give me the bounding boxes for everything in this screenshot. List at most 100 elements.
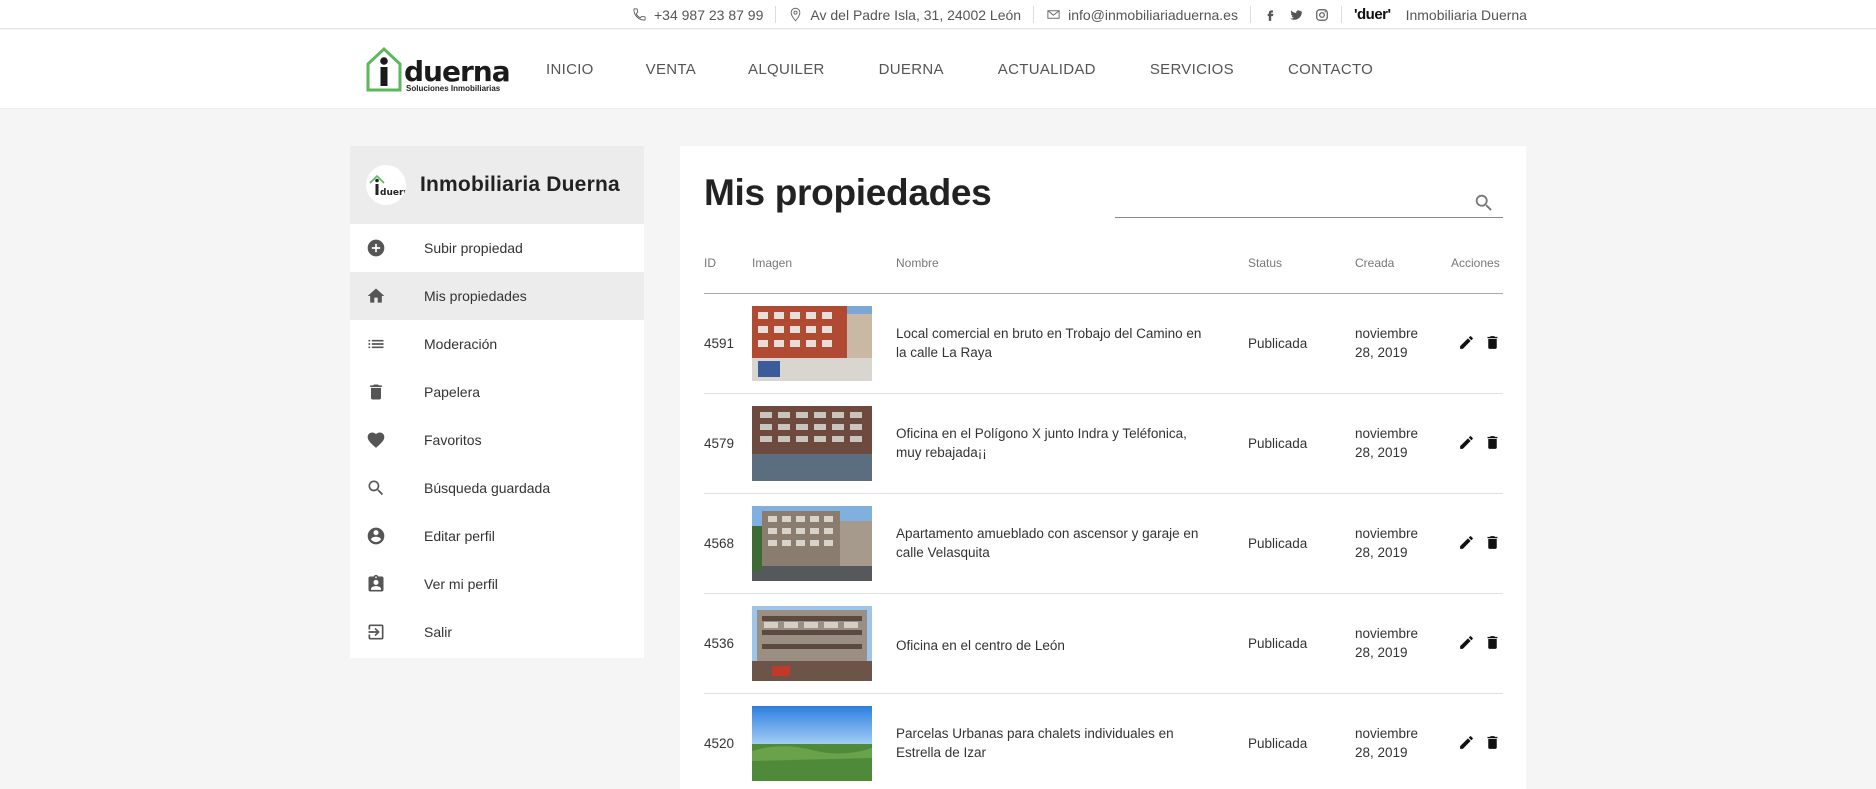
delete-icon[interactable] <box>1484 634 1501 651</box>
col-id[interactable]: ID <box>704 256 716 270</box>
sidebar-item-salir[interactable]: Salir <box>350 608 644 656</box>
col-actions: Acciones <box>1451 256 1500 270</box>
delete-icon[interactable] <box>1484 434 1501 451</box>
heart-icon <box>366 430 386 450</box>
row-actions <box>1458 434 1501 451</box>
dashboard-sidebar: duerna Inmobiliaria Duerna Subir propied… <box>350 146 644 658</box>
sidebar-item-label: Favoritos <box>424 432 482 448</box>
property-id: 4579 <box>704 436 735 451</box>
avatar[interactable]: duerna <box>366 165 406 205</box>
exit-icon <box>366 622 386 642</box>
sidebar-item-label: Búsqueda guardada <box>424 480 551 496</box>
svg-text:duerna: duerna <box>380 188 406 198</box>
sidebar-header: duerna Inmobiliaria Duerna <box>350 146 644 224</box>
delete-icon[interactable] <box>1484 334 1501 351</box>
table-row: 4579 Oficina en el Polígono X junto Indr… <box>704 394 1503 494</box>
sidebar-item-subir-propiedad[interactable]: Subir propiedad <box>350 224 644 272</box>
account-circle-icon <box>366 526 386 546</box>
delete-icon[interactable] <box>1484 734 1501 751</box>
property-name[interactable]: Parcelas Urbanas para chalets individual… <box>896 724 1206 762</box>
search-icon <box>366 478 386 498</box>
sidebar-item-label: Papelera <box>424 384 481 400</box>
instagram-icon[interactable] <box>1315 8 1329 22</box>
email-contact[interactable]: info@inmobiliariaduerna.es <box>1034 6 1251 23</box>
search-icon[interactable] <box>1473 192 1495 214</box>
nav-venta[interactable]: VENTA <box>646 61 696 78</box>
assignment-ind-icon <box>366 574 386 594</box>
status-badge: Publicada <box>1248 336 1308 351</box>
property-name[interactable]: Oficina en el Polígono X junto Indra y T… <box>896 424 1206 462</box>
nav-inicio[interactable]: INICIO <box>546 61 594 78</box>
property-name[interactable]: Apartamento amueblado con ascensor y gar… <box>896 524 1206 562</box>
main-navbar: duerna Soluciones Inmobiliarias INICIO V… <box>0 30 1876 109</box>
sidebar-item-favoritos[interactable]: Favoritos <box>350 416 644 464</box>
created-date: noviembre 28, 2019 <box>1355 626 1419 660</box>
edit-icon[interactable] <box>1458 434 1475 451</box>
sidebar-item-ver-mi-perfil[interactable]: Ver mi perfil <box>350 560 644 608</box>
sidebar-item-label: Ver mi perfil <box>424 576 498 592</box>
facebook-icon[interactable] <box>1263 8 1277 22</box>
sidebar-item-moderacion[interactable]: Moderación <box>350 320 644 368</box>
property-id: 4568 <box>704 536 735 551</box>
status-badge: Publicada <box>1248 436 1308 451</box>
property-name[interactable]: Local comercial en bruto en Trobajo del … <box>896 324 1206 362</box>
col-image: Imagen <box>752 256 793 270</box>
property-thumbnail[interactable] <box>752 506 872 581</box>
user-account[interactable]: 'duer' Inmobiliaria Duerna <box>1342 6 1539 23</box>
table-header: ID Imagen Nombre Status Creada Acciones <box>704 256 1503 294</box>
property-name[interactable]: Oficina en el centro de León <box>896 636 1206 655</box>
row-actions <box>1458 634 1501 651</box>
created-date: noviembre 28, 2019 <box>1355 526 1419 560</box>
nav-contacto[interactable]: CONTACTO <box>1288 61 1373 78</box>
sidebar-item-label: Salir <box>424 624 453 640</box>
address-contact[interactable]: Av del Padre Isla, 31, 24002 León <box>776 6 1035 23</box>
sidebar-item-busqueda-guardada[interactable]: Búsqueda guardada <box>350 464 644 512</box>
sidebar-item-papelera[interactable]: Papelera <box>350 368 644 416</box>
list-icon <box>366 334 386 354</box>
row-actions <box>1458 334 1501 351</box>
search-input[interactable] <box>1115 188 1455 216</box>
table-row: 4520 Parcelas Urbanas para chalets indiv… <box>704 694 1503 789</box>
col-created[interactable]: Creada <box>1355 256 1394 270</box>
sidebar-title: Inmobiliaria Duerna <box>420 173 620 196</box>
logo-text: duerna <box>404 55 511 88</box>
property-thumbnail[interactable] <box>752 306 872 381</box>
delete-icon[interactable] <box>1484 534 1501 551</box>
col-name[interactable]: Nombre <box>896 256 939 270</box>
sidebar-item-label: Moderación <box>424 336 498 352</box>
property-id: 4520 <box>704 736 735 751</box>
phone-contact[interactable]: +34 987 23 87 99 <box>620 6 777 23</box>
col-status[interactable]: Status <box>1248 256 1282 270</box>
plus-circle-icon <box>366 238 386 258</box>
property-thumbnail[interactable] <box>752 406 872 481</box>
table-row: 4591 Local comercial en bruto en Trobajo… <box>704 294 1503 394</box>
top-info-bar: +34 987 23 87 99 Av del Padre Isla, 31, … <box>0 0 1876 29</box>
property-thumbnail[interactable] <box>752 706 872 781</box>
edit-icon[interactable] <box>1458 534 1475 551</box>
agency-logo-icon: duerna <box>369 174 406 198</box>
page-title: Mis propiedades <box>704 172 992 213</box>
sidebar-item-mis-propiedades[interactable]: Mis propiedades <box>350 272 644 320</box>
created-date: noviembre 28, 2019 <box>1355 426 1419 460</box>
social-links <box>1251 6 1342 23</box>
sidebar-item-label: Mis propiedades <box>424 288 527 304</box>
search-box <box>1115 188 1503 218</box>
edit-icon[interactable] <box>1458 734 1475 751</box>
trash-icon <box>366 382 386 402</box>
created-date: noviembre 28, 2019 <box>1355 326 1419 360</box>
twitter-icon[interactable] <box>1289 8 1303 22</box>
edit-icon[interactable] <box>1458 334 1475 351</box>
properties-panel: Mis propiedades ID Imagen Nombre Status … <box>680 146 1526 789</box>
mini-logo: 'duer' <box>1353 6 1391 23</box>
property-thumbnail[interactable] <box>752 606 872 681</box>
sidebar-item-label: Editar perfil <box>424 528 495 544</box>
nav-duerna[interactable]: DUERNA <box>879 61 944 78</box>
sidebar-item-editar-perfil[interactable]: Editar perfil <box>350 512 644 560</box>
nav-alquiler[interactable]: ALQUILER <box>748 61 825 78</box>
edit-icon[interactable] <box>1458 634 1475 651</box>
nav-servicios[interactable]: SERVICIOS <box>1150 61 1234 78</box>
phone-icon <box>633 8 646 21</box>
site-logo[interactable]: duerna Soluciones Inmobiliarias <box>366 46 511 94</box>
nav-actualidad[interactable]: ACTUALIDAD <box>998 61 1096 78</box>
location-pin-icon <box>791 7 801 22</box>
